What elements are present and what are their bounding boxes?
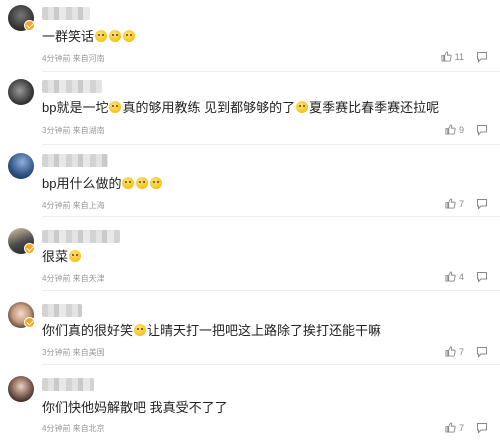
- comment-meta: 4分钟前 来自河南: [42, 54, 105, 63]
- like-count: 7: [458, 346, 464, 357]
- thumbs-up-icon: [445, 198, 456, 209]
- comment-item: 你们快他妈解散吧 我真受不了了 4分钟前 来自北京 7: [0, 364, 500, 440]
- comment-text: 你们真的很好笑 让晴天打一把吧这上路除了挨打还能干嘛: [42, 323, 381, 339]
- thumbs-up-icon: [445, 422, 456, 433]
- username-blurred[interactable]: [42, 80, 102, 93]
- comment-item: bp就是一坨 真的够用教练 见到都够够的了 夏季赛比春季赛还拉呢 3分钟前 来自湖南…: [0, 74, 500, 146]
- grin-emoji-icon: [109, 101, 122, 113]
- comment-text-part: 你们真的很好笑: [42, 323, 134, 338]
- like-button[interactable]: 7: [445, 346, 464, 357]
- kiss-emoji-icon: [69, 250, 82, 262]
- laugh-emoji-icon: [123, 30, 136, 42]
- comment-text-content: 很菜: [42, 249, 69, 264]
- comment-text: bp用什么做的: [42, 176, 163, 192]
- comment-meta: 4分钟前 来自上海: [42, 201, 105, 210]
- thumbs-up-icon: [445, 271, 456, 282]
- comment-icon[interactable]: [476, 51, 488, 63]
- like-button[interactable]: 9: [445, 124, 464, 135]
- like-button[interactable]: 4: [445, 271, 464, 282]
- username-blurred[interactable]: [42, 7, 90, 20]
- comment-meta: 3分钟前 来自美国: [42, 348, 105, 357]
- like-count: 9: [458, 124, 464, 135]
- divider: [42, 144, 500, 145]
- verified-badge-icon: [24, 317, 35, 328]
- comment-list: 一群笑话 4分钟前 来自河南 11 bp就是一坨 真的够用教练 见到都够够的了 夏季…: [0, 0, 500, 440]
- comment-text-part: 真的够用教练 见到都够够的了: [122, 100, 296, 115]
- comment-text-content: 一群笑话: [42, 29, 95, 44]
- divider: [42, 71, 500, 72]
- thumbs-up-icon: [445, 124, 456, 135]
- comment-text-content: bp用什么做的: [42, 176, 122, 191]
- avatar[interactable]: [8, 79, 34, 105]
- comment-text-part: 让晴天打一把吧这上路除了挨打还能干嘛: [147, 323, 382, 338]
- comment-icon[interactable]: [476, 198, 488, 210]
- comment-text-part: bp就是一坨: [42, 100, 109, 115]
- like-count: 11: [454, 51, 464, 62]
- comment-text: 你们快他妈解散吧 我真受不了了: [42, 400, 228, 416]
- username-blurred[interactable]: [42, 378, 94, 391]
- smile-emoji-icon: [136, 177, 149, 189]
- like-button[interactable]: 7: [445, 198, 464, 209]
- comment-item: 你们真的很好笑 让晴天打一把吧这上路除了挨打还能干嘛 3分钟前 来自美国 7: [0, 292, 500, 365]
- comment-icon[interactable]: [476, 346, 488, 358]
- username-blurred[interactable]: [42, 304, 82, 317]
- avatar[interactable]: [8, 376, 34, 402]
- thumbs-up-icon: [441, 51, 452, 62]
- like-button[interactable]: 11: [441, 51, 464, 62]
- verified-badge-icon: [24, 243, 35, 254]
- laugh-emoji-icon: [134, 324, 147, 336]
- comment-meta: 4分钟前 来自北京: [42, 424, 105, 433]
- comment-item: 一群笑话 4分钟前 来自河南 11: [0, 2, 500, 72]
- verified-badge-icon: [24, 20, 35, 31]
- comment-meta: 3分钟前 来自湖南: [42, 126, 105, 135]
- laugh-emoji-icon: [95, 30, 108, 42]
- cry-emoji-icon: [296, 101, 309, 113]
- like-button[interactable]: 7: [445, 422, 464, 433]
- like-count: 7: [458, 198, 464, 209]
- comment-text-content: 你们快他妈解散吧 我真受不了了: [42, 400, 228, 415]
- thumbs-up-icon: [445, 346, 456, 357]
- smile-emoji-icon: [122, 177, 135, 189]
- divider: [42, 216, 500, 217]
- comment-item: bp用什么做的 4分钟前 来自上海 7: [0, 146, 500, 218]
- comment-text: 很菜: [42, 249, 82, 265]
- username-blurred[interactable]: [42, 154, 108, 167]
- comment-icon[interactable]: [476, 422, 488, 434]
- comment-meta: 4分钟前 来自天津: [42, 274, 105, 283]
- smile-emoji-icon: [150, 177, 163, 189]
- laugh-emoji-icon: [109, 30, 122, 42]
- comment-text: 一群笑话: [42, 29, 136, 45]
- avatar[interactable]: [8, 153, 34, 179]
- comment-icon[interactable]: [476, 124, 488, 136]
- like-count: 4: [458, 271, 464, 282]
- like-count: 7: [458, 422, 464, 433]
- comment-item: 很菜 4分钟前 来自天津 4: [0, 218, 500, 292]
- comment-text-part: 夏季赛比春季赛还拉呢: [309, 100, 440, 115]
- comment-icon[interactable]: [476, 271, 488, 283]
- divider: [42, 290, 500, 291]
- username-blurred[interactable]: [42, 230, 120, 243]
- comment-text: bp就是一坨 真的够用教练 见到都够够的了 夏季赛比春季赛还拉呢: [42, 100, 439, 116]
